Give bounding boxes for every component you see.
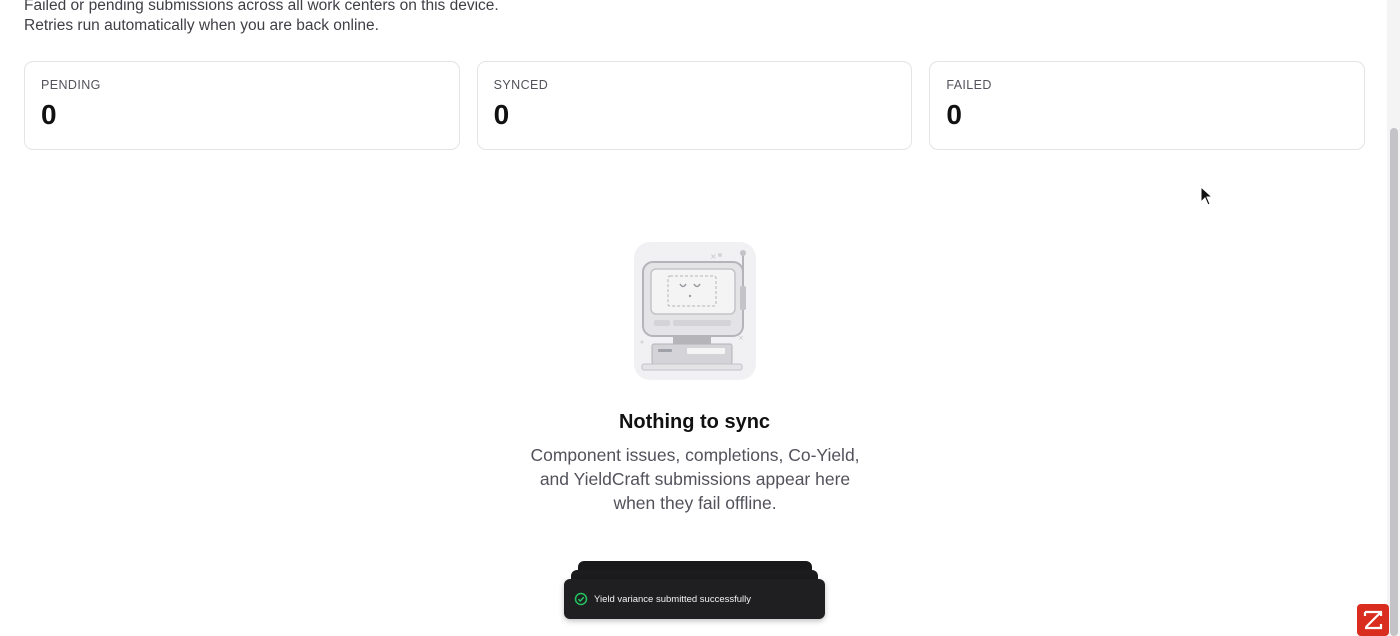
stat-label: PENDING xyxy=(41,78,101,92)
stat-card-synced: SYNCED 0 xyxy=(476,61,913,150)
success-toast[interactable]: Yield variance submitted successfully xyxy=(564,579,825,619)
empty-state-title: Nothing to sync xyxy=(618,411,771,433)
page-subtitle: Failed or pending submissions across all… xyxy=(24,0,499,36)
subtitle-line-1: Failed or pending submissions across all… xyxy=(24,0,499,14)
check-circle-icon xyxy=(574,592,588,606)
svg-text:×: × xyxy=(738,334,744,342)
sync-queue-page: Failed or pending submissions across all… xyxy=(0,0,1400,636)
corner-brand-button[interactable] xyxy=(1357,604,1389,636)
stat-label: SYNCED xyxy=(493,78,549,92)
stat-card-pending: PENDING 0 xyxy=(24,61,460,150)
svg-text:×: × xyxy=(710,252,717,261)
offline-computer-illustration: × × xyxy=(634,242,756,380)
subtitle-line-2: Retries run automatically when you are b… xyxy=(24,17,379,34)
toast-message: Yield variance submitted successfully xyxy=(594,593,751,605)
stat-value: 0 xyxy=(41,99,57,130)
empty-state-description: Component issues, completions, Co-Yield,… xyxy=(530,445,860,513)
stat-value: 0 xyxy=(946,99,962,130)
stat-card-failed: FAILED 0 xyxy=(929,61,1366,150)
mouse-cursor-icon xyxy=(1200,186,1214,206)
stats-row: PENDING 0 SYNCED 0 FAILED 0 xyxy=(24,61,1366,150)
scrollbar-thumb[interactable] xyxy=(1390,128,1398,636)
stat-label: FAILED xyxy=(946,78,992,92)
stat-value: 0 xyxy=(493,99,510,130)
brand-logo-icon xyxy=(1363,610,1383,630)
